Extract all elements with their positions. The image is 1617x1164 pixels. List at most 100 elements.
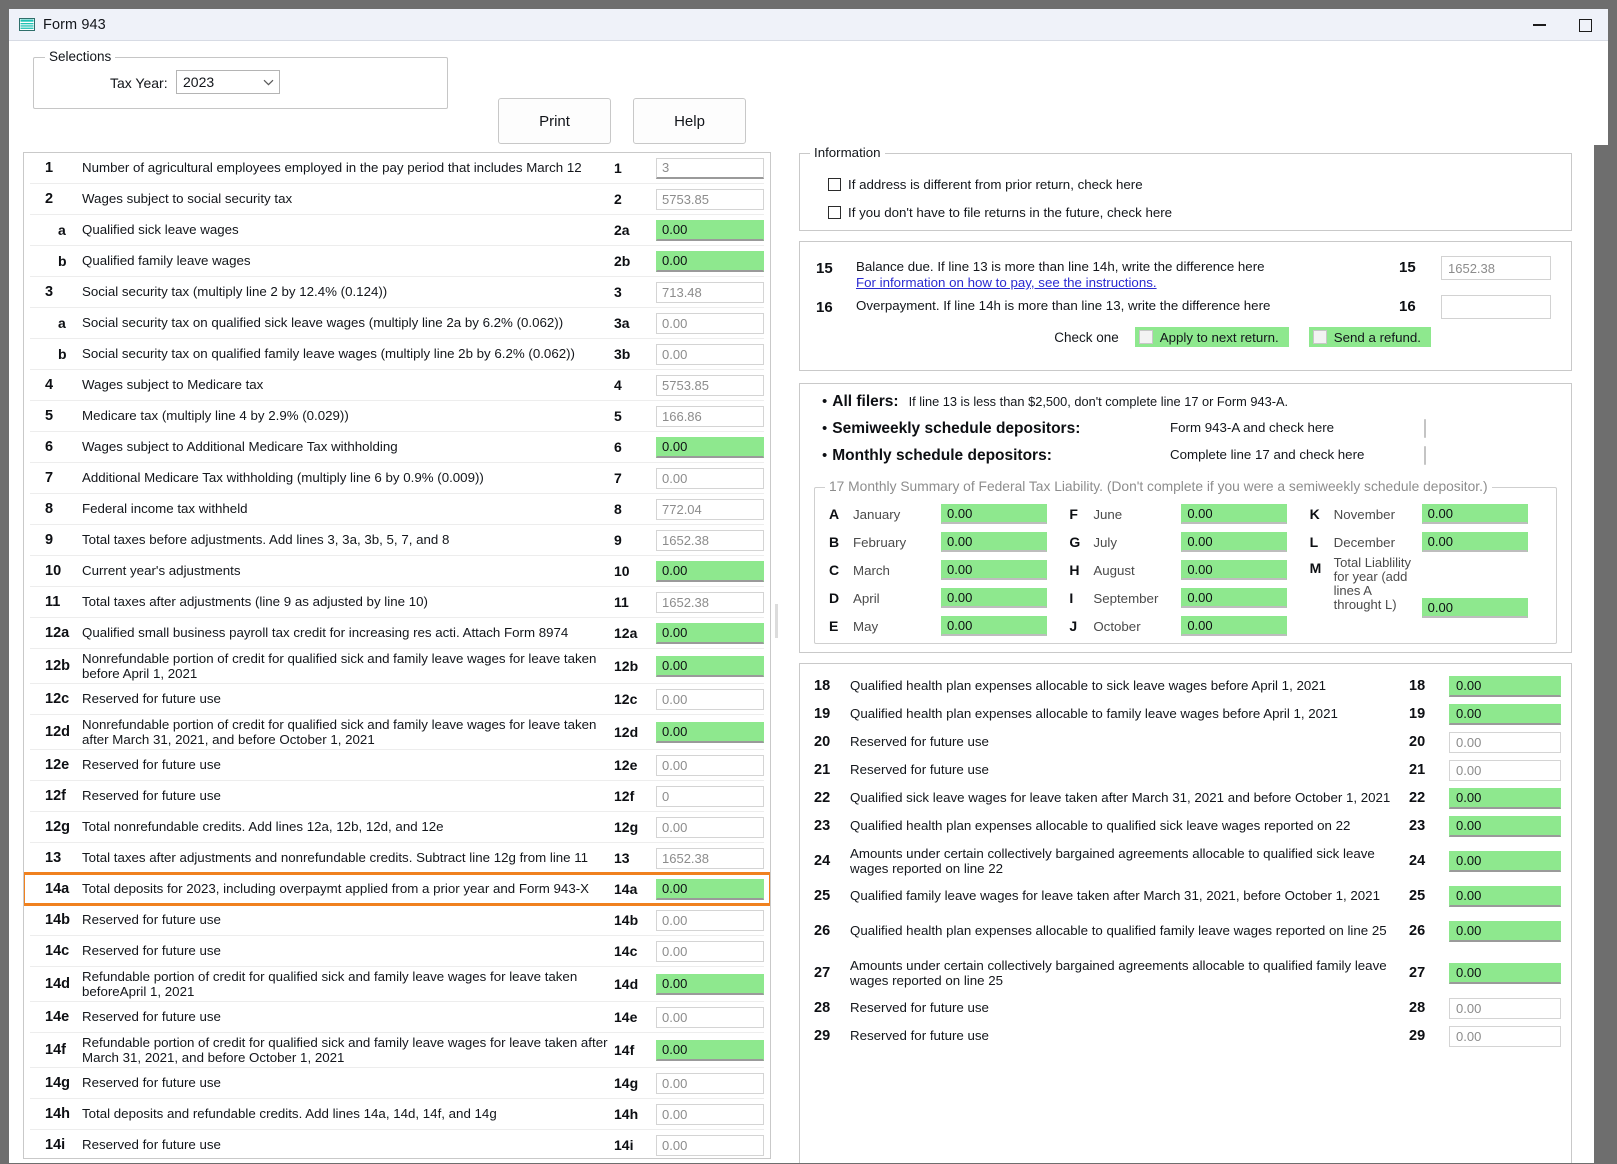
filers-group: • All filers: If line 13 is less than $2… [799,383,1572,653]
month-field-L[interactable]: 0.00 [1422,532,1528,552]
maximize-icon [1579,19,1592,32]
line-field-26[interactable]: 0.00 [1449,921,1561,942]
month-field-G[interactable]: 0.00 [1181,532,1287,552]
line-field-24[interactable]: 0.00 [1449,851,1561,872]
month-row-J: JOctober0.00 [1069,612,1309,640]
line-code-2b: 2b [614,253,656,269]
month-field-E[interactable]: 0.00 [941,616,1047,636]
maximize-button[interactable] [1562,9,1608,41]
line-17-group: 17 Monthly Summary of Federal Tax Liabil… [814,487,1557,644]
refund-option-2[interactable]: Send a refund. [1309,327,1431,347]
line-code-14h: 14h [614,1106,656,1122]
line-field-2a[interactable]: 0.00 [656,220,764,241]
checkbox-icon[interactable] [1139,330,1153,344]
help-button[interactable]: Help [633,98,746,144]
line-code-12g: 12g [614,819,656,835]
line-number-14f: 14f [30,1042,82,1058]
left-form-pane[interactable]: 1Number of agricultural employees employ… [23,152,771,1159]
total-liability-field[interactable]: 0.00 [1422,598,1528,618]
print-button[interactable]: Print [498,98,611,144]
line-number-2a: a [30,222,82,238]
month-row-D: DApril0.00 [829,584,1069,612]
line-number-14d: 14d [30,976,82,992]
line-field-22[interactable]: 0.00 [1449,788,1561,809]
refund-option-label-2: Send a refund. [1334,330,1421,345]
line-description-2a: Qualified sick leave wages [82,222,614,238]
line-number-27: 27 [814,965,850,981]
line-code-14i: 14i [614,1137,656,1153]
line-description-3b: Social security tax on qualified family … [82,346,614,362]
how-to-pay-link[interactable]: For information on how to pay, see the i… [856,275,1157,290]
line-16-field[interactable] [1441,295,1551,319]
information-checkbox-row-2[interactable]: If you don't have to file returns in the… [800,198,1571,226]
line-description-4: Wages subject to Medicare tax [82,377,614,393]
line-number-3a: a [30,315,82,331]
monthly-summary-grid: AJanuary0.00BFebruary0.00CMarch0.00DApri… [829,500,1550,668]
line-code-21: 21 [1409,762,1449,778]
line-field-6[interactable]: 0.00 [656,437,764,458]
line-field-19[interactable]: 0.00 [1449,704,1561,725]
line-field-12b[interactable]: 0.00 [656,656,764,677]
tax-year-select[interactable]: 2023 [176,70,280,94]
line-number-12f: 12f [30,788,82,804]
line-field-25[interactable]: 0.00 [1449,886,1561,907]
checkbox-icon[interactable] [1313,330,1327,344]
line-field-10[interactable]: 0.00 [656,561,764,582]
line-field-11: 1652.38 [656,592,764,613]
line-number-26: 26 [814,923,850,939]
line-code-2a: 2a [614,222,656,238]
line-number-12a: 12a [30,625,82,641]
line-field-23[interactable]: 0.00 [1449,816,1561,837]
line-description-14h: Total deposits and refundable credits. A… [82,1106,614,1122]
checkbox-icon[interactable] [828,206,841,219]
form-line-12f: 12fReserved for future use12f0 [24,781,770,811]
line-field-12d[interactable]: 0.00 [656,722,764,743]
title-bar: Form 943 [9,9,1608,41]
month-field-J[interactable]: 0.00 [1181,616,1287,636]
line-field-12a[interactable]: 0.00 [656,623,764,644]
month-field-A[interactable]: 0.00 [941,504,1047,524]
month-field-B[interactable]: 0.00 [941,532,1047,552]
line-description-19: Qualified health plan expenses allocable… [850,706,1409,722]
form-line-11: 11Total taxes after adjustments (line 9 … [24,587,770,617]
refund-option-1[interactable]: Apply to next return. [1135,327,1289,347]
months-column-1: AJanuary0.00BFebruary0.00CMarch0.00DApri… [829,500,1069,668]
line-field-2: 5753.85 [656,189,764,210]
month-field-F[interactable]: 0.00 [1181,504,1287,524]
checkbox-icon[interactable] [828,178,841,191]
form-line-14e: 14eReserved for future use14e0.00 [24,1002,770,1032]
form-line-14a: 14aTotal deposits for 2023, including ov… [24,874,770,904]
line-field-14e: 0.00 [656,1007,764,1028]
line-field-2b[interactable]: 0.00 [656,251,764,272]
line-field-14d[interactable]: 0.00 [656,974,764,995]
pane-splitter[interactable] [774,155,779,1153]
line-field-14f[interactable]: 0.00 [656,1040,764,1061]
month-name-I: September [1093,591,1181,606]
line-code-14c: 14c [614,943,656,959]
month-field-H[interactable]: 0.00 [1181,560,1287,580]
line-field-27[interactable]: 0.00 [1449,963,1561,984]
line-15-field[interactable]: 1652.38 [1441,256,1551,280]
month-field-I[interactable]: 0.00 [1181,588,1287,608]
monthly-checkbox[interactable] [1424,447,1433,465]
semiweekly-checkbox[interactable] [1424,420,1433,438]
line-field-12f: 0 [656,786,764,807]
monthly-row: • Monthly schedule depositors: Complete … [800,447,1571,465]
minimize-button[interactable] [1516,9,1562,41]
line-number-14g: 14g [30,1075,82,1091]
month-field-C[interactable]: 0.00 [941,560,1047,580]
information-checkbox-row-1[interactable]: If address is different from prior retur… [800,170,1571,198]
line-field-14a[interactable]: 0.00 [656,879,764,900]
total-liability-label: Total Liablility for year (add lines A t… [1334,556,1422,612]
line-field-21: 0.00 [1449,760,1561,781]
line-field-9: 1652.38 [656,530,764,551]
month-field-K[interactable]: 0.00 [1422,504,1528,524]
month-field-D[interactable]: 0.00 [941,588,1047,608]
form-line-3b: bSocial security tax on qualified family… [24,339,770,369]
line-number-14e: 14e [30,1009,82,1025]
line-field-18[interactable]: 0.00 [1449,676,1561,697]
form-line-19: 19Qualified health plan expenses allocab… [800,700,1571,728]
line-16-description: Overpayment. If line 14h is more than li… [856,295,1399,314]
month-letter-I: I [1069,590,1093,606]
minimize-icon [1533,24,1546,26]
